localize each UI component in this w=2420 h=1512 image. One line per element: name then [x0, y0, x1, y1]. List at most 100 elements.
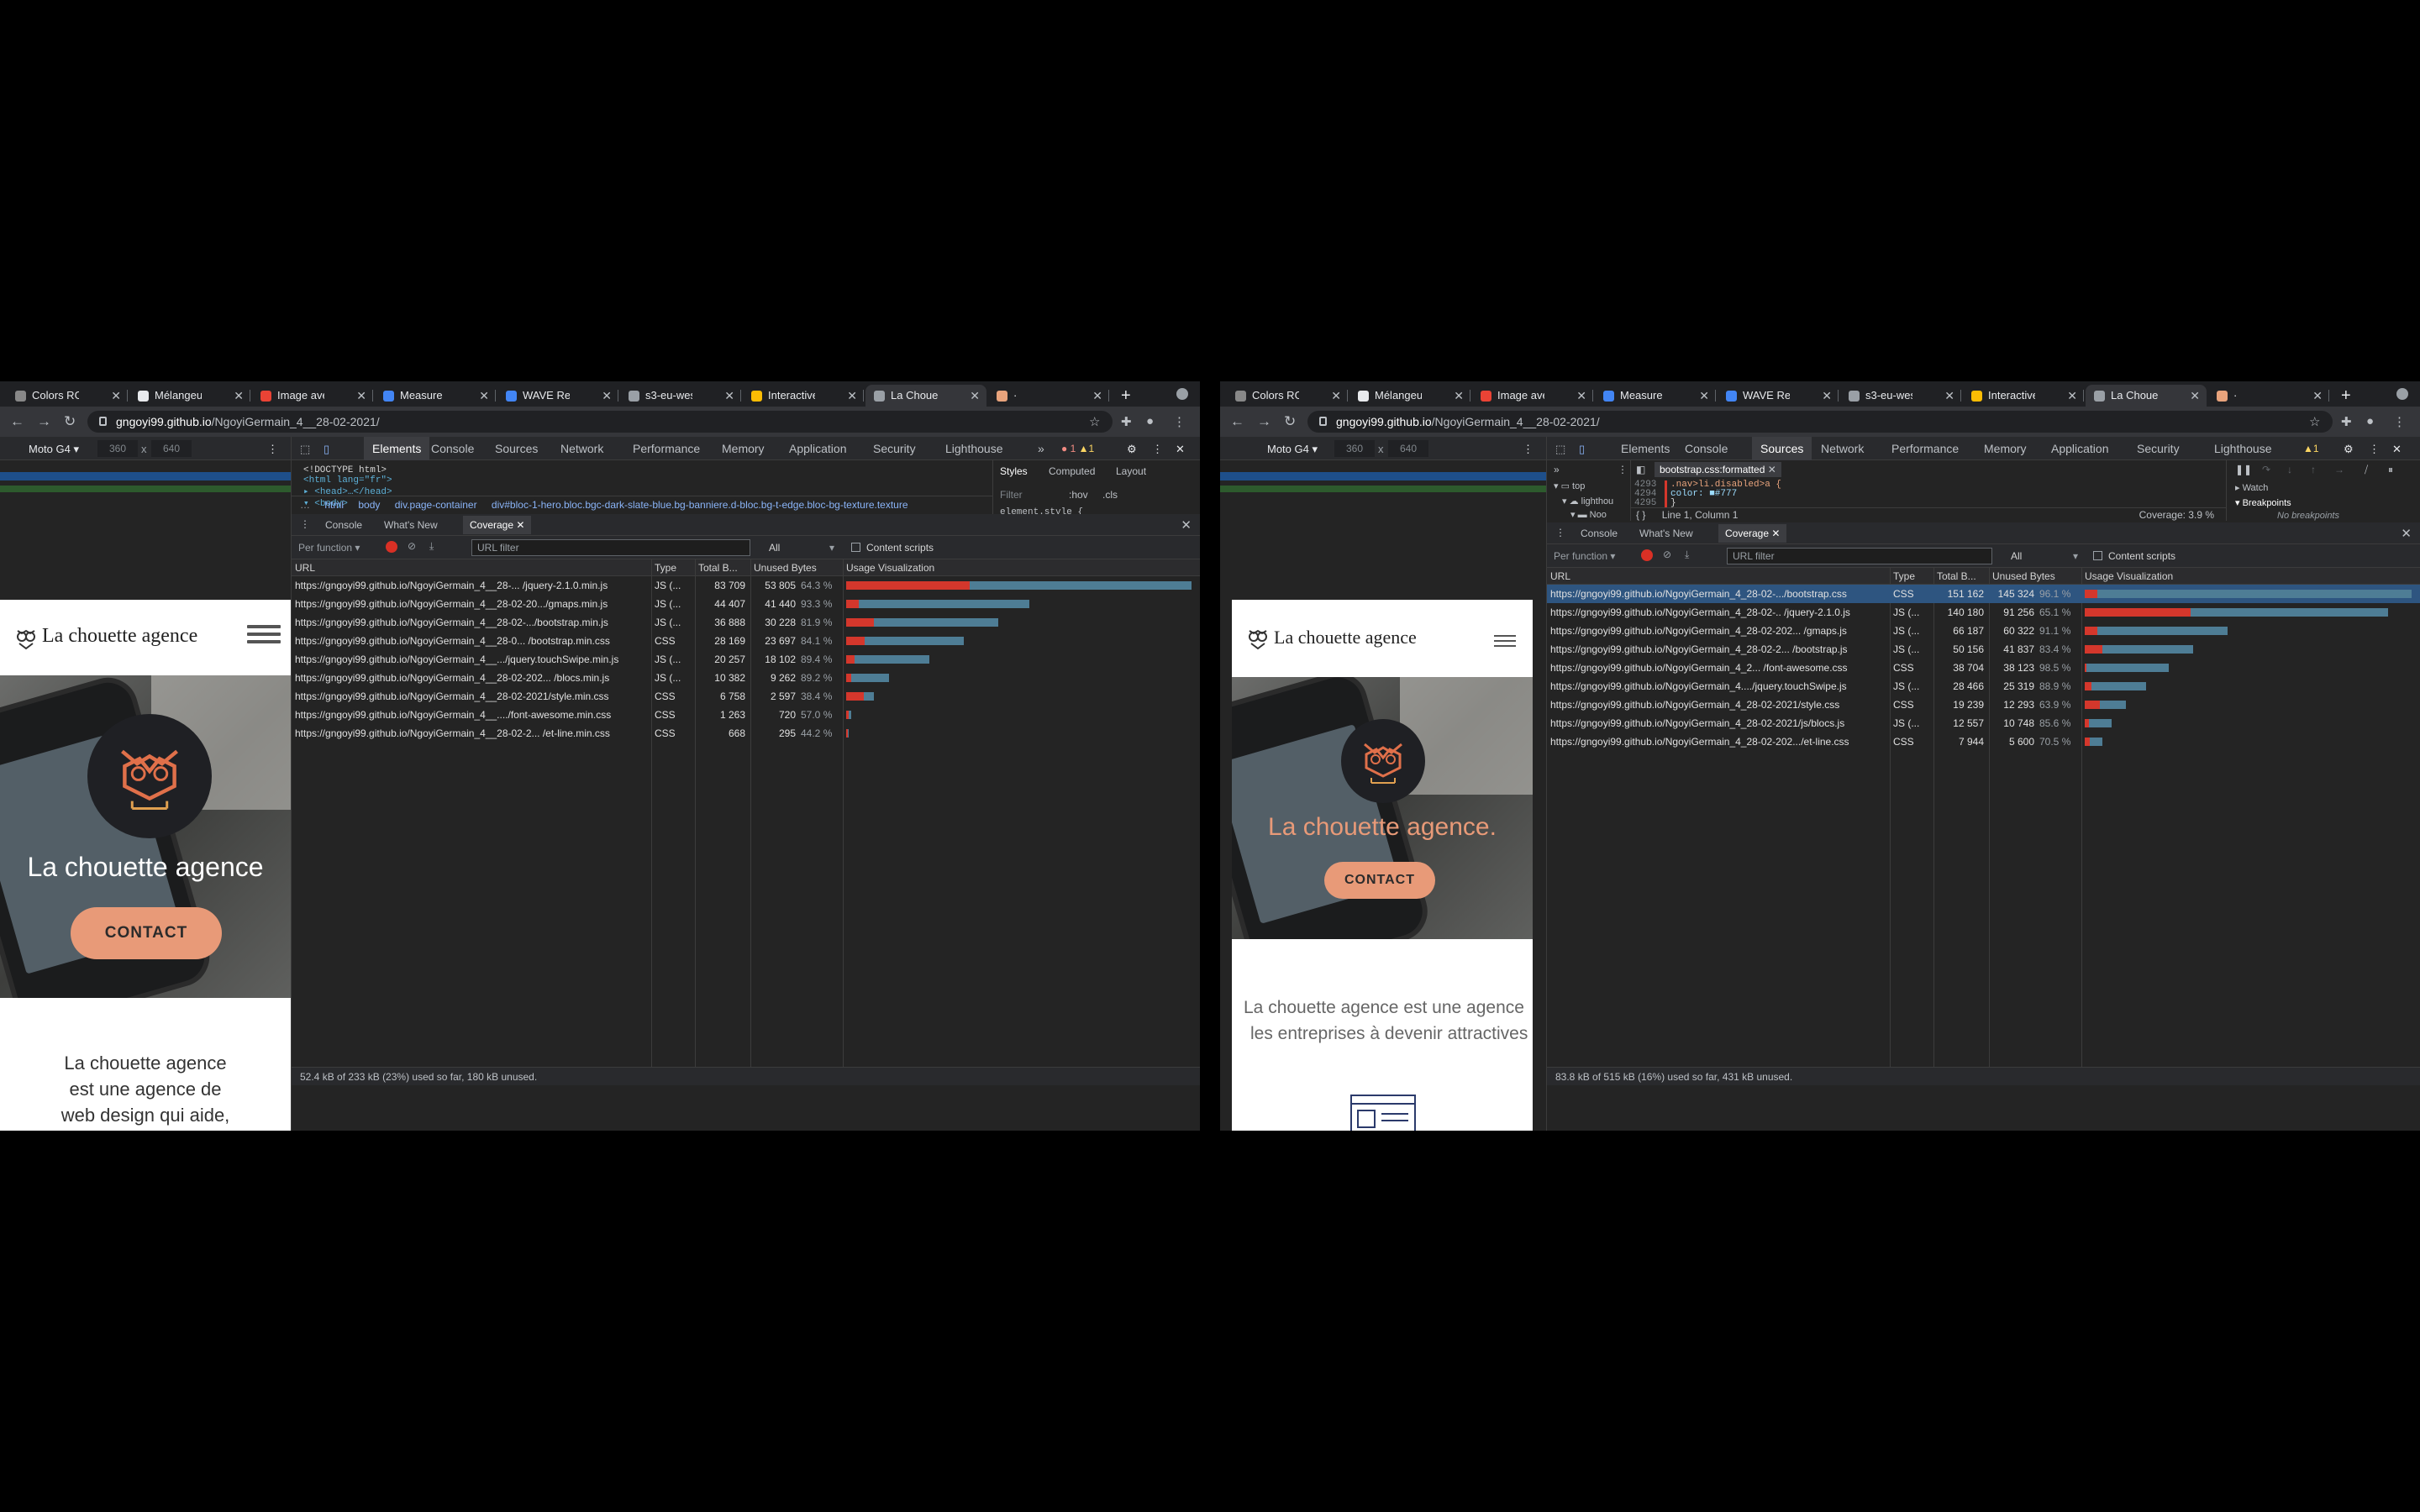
tab-close-icon[interactable]: ✕ [479, 385, 489, 407]
table-row[interactable]: https://gngoyi99.github.io/NgoyiGermain_… [292, 687, 1200, 706]
devtools-tab[interactable]: Elements [364, 437, 430, 460]
tree-item[interactable]: ▾ ▭ top [1554, 480, 1585, 491]
devtools-tab[interactable]: Sources [495, 437, 538, 460]
tab-close-icon[interactable]: ✕ [234, 385, 244, 407]
content-scripts-checkbox[interactable] [851, 543, 860, 552]
navigator-expand-icon[interactable]: » [1554, 464, 1560, 475]
devtools-tab[interactable]: Elements [1621, 437, 1670, 460]
settings-icon[interactable]: ⚙ [2344, 443, 2354, 456]
more-icon[interactable]: ⋮ [1152, 443, 1163, 456]
code-line[interactable]: color: ■#777 [1670, 490, 1781, 499]
content-scripts-checkbox[interactable] [2093, 551, 2102, 560]
table-row[interactable]: https://gngoyi99.github.io/NgoyiGermain_… [1547, 677, 2420, 696]
tab-close-icon[interactable]: ✕ [970, 385, 980, 407]
browser-tab[interactable]: WAVE Report ✕ [1718, 385, 1839, 407]
browser-tab[interactable]: Mélangeur de ✕ [129, 385, 250, 407]
new-tab-icon[interactable]: + [2341, 385, 2351, 407]
devtools-tab[interactable]: Performance [633, 437, 700, 460]
browser-tab[interactable]: s3-eu-west-1 ✕ [620, 385, 741, 407]
devtools-tab[interactable]: Application [789, 437, 847, 460]
more-icon[interactable]: ⋮ [267, 443, 278, 456]
star-icon[interactable]: ☆ [1089, 414, 1100, 429]
toggle-navigator-icon[interactable]: ◧ [1636, 464, 1645, 475]
device-select[interactable]: Moto G4 ▾ [1267, 443, 1318, 456]
per-function-select[interactable]: Per function ▾ [1554, 550, 1615, 562]
record-icon[interactable] [1641, 549, 1653, 561]
new-tab-icon[interactable]: + [1121, 385, 1131, 407]
reload-icon[interactable]: ↻ [64, 413, 76, 430]
step-out-icon[interactable]: ↑ [2311, 464, 2316, 475]
devtools-tab[interactable]: Lighthouse [2214, 437, 2272, 460]
device-toggle-icon[interactable]: ▯ [1579, 443, 1585, 456]
table-row[interactable]: https://gngoyi99.github.io/NgoyiGermain_… [292, 595, 1200, 613]
close-icon[interactable]: ✕ [2401, 526, 2412, 541]
tab-close-icon[interactable]: ✕ [2067, 385, 2077, 407]
table-row[interactable]: https://gngoyi99.github.io/NgoyiGermain_… [1547, 714, 2420, 732]
browser-tab[interactable]: · ✕ [2208, 385, 2329, 407]
more-icon[interactable]: ⋮ [1618, 464, 1628, 475]
height-field[interactable]: 640 [151, 440, 192, 457]
issues-badge[interactable]: ● 1 ▲1 [1061, 443, 1094, 454]
export-icon[interactable]: ⤓ [1685, 549, 1689, 561]
tab-close-icon[interactable]: ✕ [356, 385, 366, 407]
browser-tab[interactable]: Measure ✕ [1595, 385, 1716, 407]
pretty-print-icon[interactable]: { } [1636, 509, 1645, 521]
clear-icon[interactable]: ⊘ [408, 540, 416, 552]
tab-layout[interactable]: Layout [1116, 465, 1146, 477]
tab-close-icon[interactable]: ✕ [1822, 385, 1832, 407]
browser-tab[interactable]: Mélangeur de ✕ [1349, 385, 1470, 407]
browser-tab[interactable]: Colors RGB ✕ [7, 385, 128, 407]
tab-close-icon[interactable]: ✕ [1699, 385, 1709, 407]
hamburger-menu-icon[interactable] [1494, 635, 1516, 647]
forward-icon[interactable]: → [37, 413, 51, 430]
table-row[interactable]: https://gngoyi99.github.io/NgoyiGermain_… [292, 650, 1200, 669]
brand-name[interactable]: La chouette agence [1274, 627, 1417, 648]
table-row[interactable]: https://gngoyi99.github.io/NgoyiGermain_… [1547, 659, 2420, 677]
close-icon[interactable]: ✕ [2392, 443, 2402, 456]
devtools-tab[interactable]: Network [560, 437, 603, 460]
column-header[interactable]: Unused Bytes [1992, 570, 2055, 582]
step-over-icon[interactable]: ↷ [2262, 464, 2270, 475]
tab-close-icon[interactable]: ✕ [1331, 385, 1341, 407]
contact-button[interactable]: CONTACT [1324, 862, 1435, 899]
table-row[interactable]: https://gngoyi99.github.io/NgoyiGermain_… [1547, 585, 2420, 603]
column-header[interactable]: URL [1550, 570, 1570, 582]
tab-close-icon[interactable]: ✕ [847, 385, 857, 407]
settings-icon[interactable]: ⚙ [1127, 443, 1137, 456]
forward-icon[interactable]: → [1257, 413, 1271, 430]
pause-icon[interactable]: ❚❚ [2235, 464, 2252, 475]
browser-tab[interactable]: La Chouette a ✕ [865, 385, 986, 407]
devtools-tab[interactable]: Lighthouse [945, 437, 1003, 460]
pause-exceptions-icon[interactable]: ⏸ [2388, 464, 2393, 476]
column-header[interactable]: URL [295, 562, 315, 574]
address-bar[interactable]: gngoyi99.github.io/NgoyiGermain_4__28-02… [1307, 411, 2333, 433]
tab-close-icon[interactable]: ✕ [2190, 385, 2200, 407]
address-bar[interactable]: gngoyi99.github.io/NgoyiGermain_4__28-02… [87, 411, 1113, 433]
tab-close-icon[interactable]: ✕ [111, 385, 121, 407]
drawer-menu-icon[interactable]: ⋮ [1555, 527, 1565, 538]
url-filter-input[interactable]: URL filter [471, 539, 750, 556]
tree-item[interactable]: ▾ ☁ lighthou [1562, 496, 1613, 507]
browser-tab[interactable]: WAVE Report ✕ [497, 385, 618, 407]
devtools-tab[interactable]: Performance [1891, 437, 1959, 460]
height-field[interactable]: 640 [1388, 440, 1428, 457]
column-header[interactable]: Type [1893, 570, 1915, 582]
devtools-tab[interactable]: Security [873, 437, 916, 460]
more-icon[interactable]: ⋮ [1523, 443, 1534, 456]
contact-button[interactable]: CONTACT [71, 907, 222, 959]
table-row[interactable]: https://gngoyi99.github.io/NgoyiGermain_… [292, 669, 1200, 687]
drawer-tab-coverage[interactable]: Coverage ✕ [463, 516, 532, 534]
drawer-tab-whats-new[interactable]: What's New [1639, 528, 1693, 539]
tab-close-icon[interactable]: ✕ [1944, 385, 1954, 407]
type-filter-select[interactable]: All [769, 542, 780, 554]
width-field[interactable]: 360 [1334, 440, 1375, 457]
breadcrumb-item[interactable]: body [358, 499, 380, 511]
drawer-tab-whats-new[interactable]: What's New [384, 519, 438, 531]
window-control-icon[interactable] [1176, 388, 1188, 400]
device-toggle-icon[interactable]: ▯ [324, 443, 329, 456]
devtools-tab[interactable]: Console [1685, 437, 1728, 460]
profile-icon[interactable]: ● [2366, 414, 2374, 428]
step-into-icon[interactable]: ↓ [2287, 464, 2292, 475]
hov-toggle[interactable]: :hov [1069, 489, 1088, 501]
browser-tab[interactable]: Colors RGB ✕ [1227, 385, 1348, 407]
